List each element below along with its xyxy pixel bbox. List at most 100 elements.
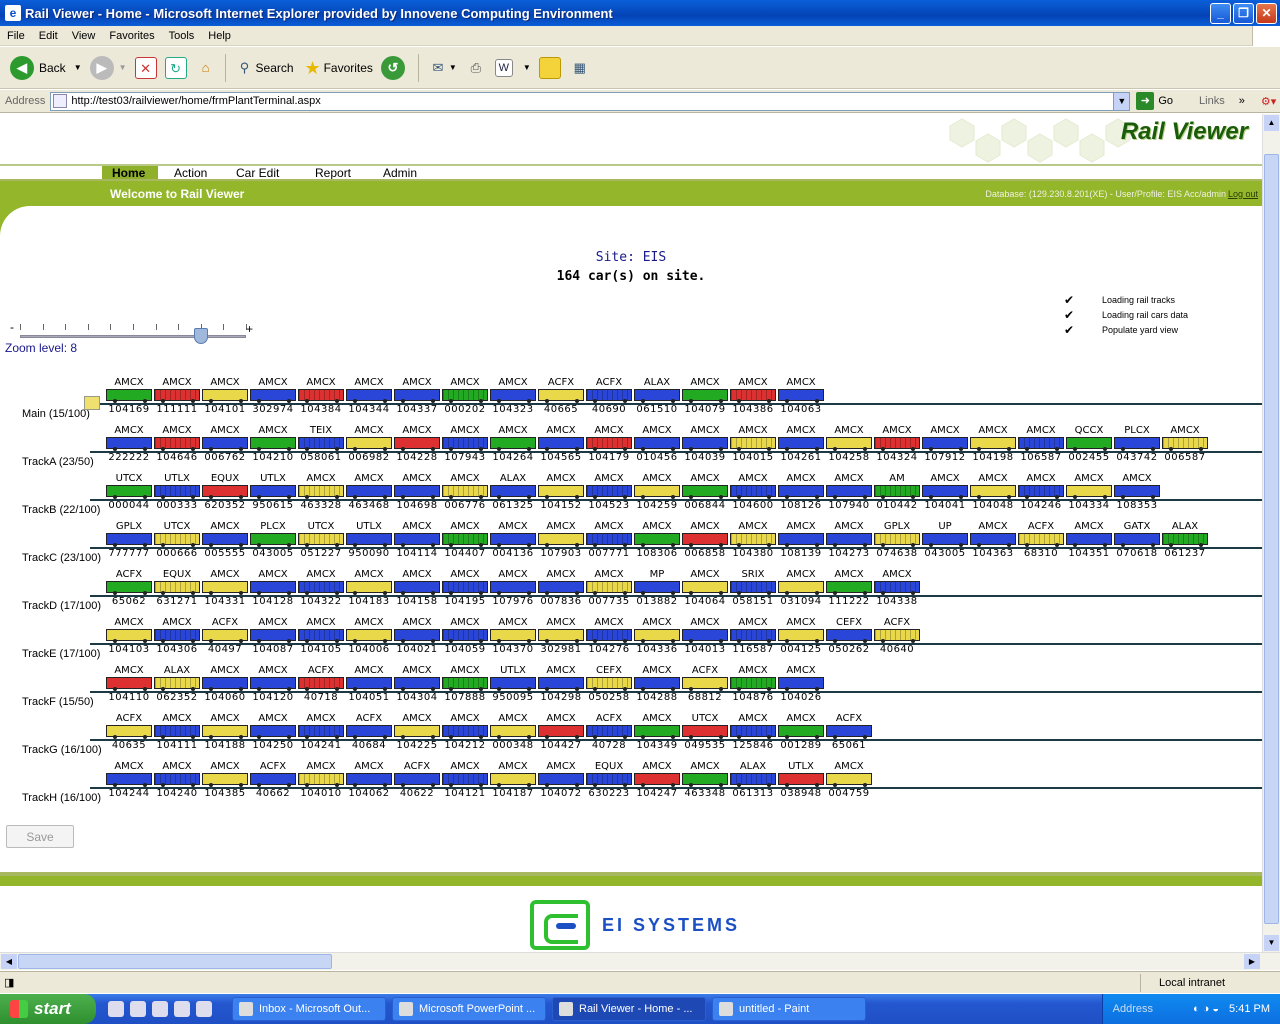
rail-car[interactable] xyxy=(634,677,680,691)
close-button[interactable]: ✕ xyxy=(1256,2,1277,24)
rail-car[interactable] xyxy=(922,533,968,547)
rail-car[interactable] xyxy=(346,581,392,595)
rail-car[interactable] xyxy=(490,437,536,451)
rail-car[interactable] xyxy=(778,437,824,451)
rail-car[interactable] xyxy=(202,437,248,451)
rail-car[interactable] xyxy=(682,629,728,643)
rail-car[interactable] xyxy=(730,677,776,691)
task-paint[interactable]: untitled - Paint xyxy=(712,997,866,1021)
rail-car[interactable] xyxy=(1066,533,1112,547)
maximize-button[interactable]: ❐ xyxy=(1233,2,1254,24)
forward-dropdown-icon[interactable]: ▼ xyxy=(119,63,127,72)
rail-car[interactable] xyxy=(874,437,920,451)
links-toolbar[interactable]: Links xyxy=(1199,95,1225,107)
rail-car[interactable] xyxy=(586,677,632,691)
rail-car[interactable] xyxy=(394,437,440,451)
rail-car[interactable] xyxy=(538,437,584,451)
rail-car[interactable] xyxy=(970,533,1016,547)
address-dropdown-icon[interactable]: ▼ xyxy=(1113,92,1130,110)
rail-car[interactable] xyxy=(586,533,632,547)
edit-dropdown-icon[interactable]: ▼ xyxy=(523,63,531,72)
rail-car[interactable] xyxy=(778,485,824,499)
menu-edit[interactable]: Edit xyxy=(32,30,65,42)
rail-car[interactable] xyxy=(442,629,488,643)
horizontal-scrollbar[interactable]: ◀ ▶ xyxy=(0,952,1280,970)
rail-car[interactable] xyxy=(346,437,392,451)
rail-car[interactable] xyxy=(1066,437,1112,451)
rail-car[interactable] xyxy=(586,437,632,451)
rail-car[interactable] xyxy=(346,677,392,691)
rail-car[interactable] xyxy=(874,581,920,595)
rail-car[interactable] xyxy=(682,485,728,499)
vertical-scroll-thumb[interactable] xyxy=(1264,154,1279,924)
rail-car[interactable] xyxy=(826,581,872,595)
rail-car[interactable] xyxy=(250,389,296,403)
rail-car[interactable] xyxy=(1018,485,1064,499)
rail-car[interactable] xyxy=(394,389,440,403)
start-button[interactable]: start xyxy=(0,994,96,1024)
rail-car[interactable] xyxy=(250,725,296,739)
rail-car[interactable] xyxy=(490,389,536,403)
rail-car[interactable] xyxy=(442,437,488,451)
rail-car[interactable] xyxy=(202,581,248,595)
rail-car[interactable] xyxy=(106,533,152,547)
rail-car[interactable] xyxy=(202,485,248,499)
rail-car[interactable] xyxy=(538,773,584,787)
rail-car[interactable] xyxy=(730,533,776,547)
rail-car[interactable] xyxy=(298,485,344,499)
rail-car[interactable] xyxy=(490,533,536,547)
rail-car[interactable] xyxy=(442,389,488,403)
rail-car[interactable] xyxy=(874,629,920,643)
rail-car[interactable] xyxy=(730,581,776,595)
rail-car[interactable] xyxy=(346,533,392,547)
notes-button[interactable] xyxy=(535,51,565,85)
rail-car[interactable] xyxy=(1018,533,1064,547)
rail-car[interactable] xyxy=(394,533,440,547)
rail-car[interactable] xyxy=(490,677,536,691)
rail-car[interactable] xyxy=(1162,533,1208,547)
rail-car[interactable] xyxy=(730,437,776,451)
minimize-button[interactable]: _ xyxy=(1210,2,1231,24)
task-powerpoint[interactable]: Microsoft PowerPoint ... xyxy=(392,997,546,1021)
rail-car[interactable] xyxy=(298,773,344,787)
rail-car[interactable] xyxy=(250,773,296,787)
rail-car[interactable] xyxy=(250,533,296,547)
rail-car[interactable] xyxy=(394,677,440,691)
rail-car[interactable] xyxy=(154,629,200,643)
rail-car[interactable] xyxy=(586,629,632,643)
rail-car[interactable] xyxy=(490,485,536,499)
rail-car[interactable] xyxy=(106,629,152,643)
rail-car[interactable] xyxy=(682,437,728,451)
rail-car[interactable] xyxy=(1162,437,1208,451)
rail-car[interactable] xyxy=(154,581,200,595)
rail-car[interactable] xyxy=(778,725,824,739)
quicklaunch-media-icon[interactable] xyxy=(174,1001,190,1017)
rail-car[interactable] xyxy=(778,389,824,403)
rail-car[interactable] xyxy=(298,725,344,739)
rail-car[interactable] xyxy=(202,389,248,403)
rail-car[interactable] xyxy=(586,773,632,787)
rail-car[interactable] xyxy=(778,677,824,691)
refresh-button[interactable]: ↻ xyxy=(161,51,191,85)
rail-car[interactable] xyxy=(106,725,152,739)
rail-car[interactable] xyxy=(874,485,920,499)
research-button[interactable]: ▦ xyxy=(565,51,595,85)
favorites-button[interactable]: ★ Favorites xyxy=(298,51,377,85)
back-dropdown-icon[interactable]: ▼ xyxy=(74,63,82,72)
rail-car[interactable] xyxy=(298,581,344,595)
rail-car[interactable] xyxy=(874,533,920,547)
rail-car[interactable] xyxy=(202,677,248,691)
rail-car[interactable] xyxy=(634,437,680,451)
rail-car[interactable] xyxy=(682,677,728,691)
rail-car[interactable] xyxy=(538,389,584,403)
rail-car[interactable] xyxy=(250,485,296,499)
rail-car[interactable] xyxy=(1114,437,1160,451)
scroll-left-icon[interactable]: ◀ xyxy=(1,954,17,969)
rail-car[interactable] xyxy=(154,485,200,499)
rail-car[interactable] xyxy=(634,389,680,403)
rail-car[interactable] xyxy=(394,629,440,643)
rail-car[interactable] xyxy=(154,437,200,451)
rail-car[interactable] xyxy=(394,773,440,787)
menu-help[interactable]: Help xyxy=(201,30,238,42)
track-marker-icon[interactable] xyxy=(84,396,100,410)
